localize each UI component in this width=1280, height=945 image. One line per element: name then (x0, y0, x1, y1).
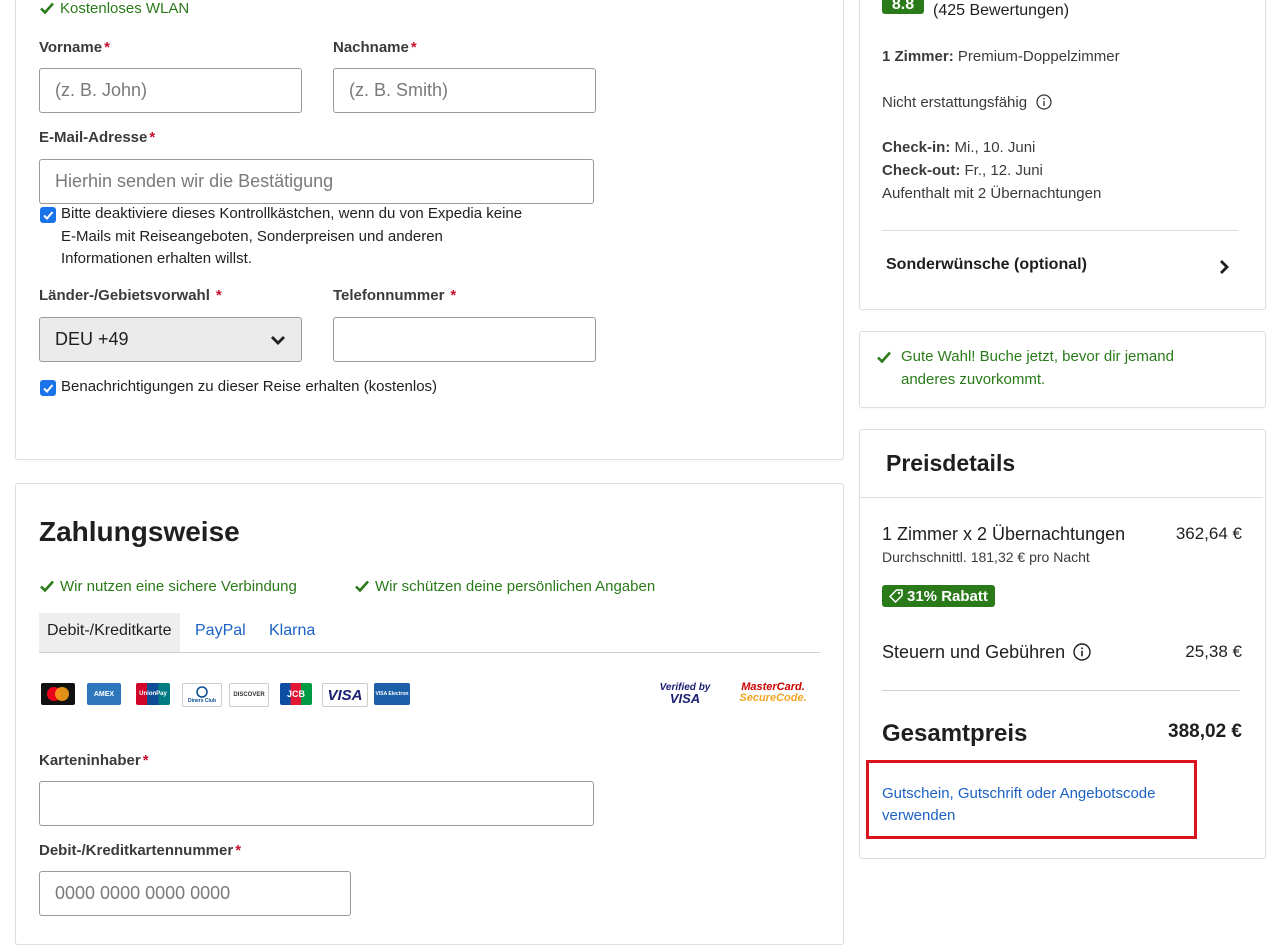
checkmark-icon (43, 384, 54, 393)
marketing-checkbox[interactable] (40, 207, 56, 223)
first-name-input[interactable] (39, 68, 302, 113)
diners-logo: Diners Club (182, 683, 222, 707)
checkmark-icon (43, 211, 54, 220)
phone-label: Telefonnummer * (333, 287, 457, 304)
refund-policy: Nicht erstattungsfähig (882, 94, 1052, 111)
checkin-line: Check-in: Mi., 10. Juni (882, 139, 1036, 156)
tabs-divider (39, 652, 820, 653)
amex-logo: AMEX (87, 683, 121, 705)
room-nights-value: 362,64 € (1175, 524, 1242, 543)
special-requests-label: Sonderwünsche (optional) (886, 256, 1087, 273)
mastercard-securecode-logo: MasterCard. SecureCode. (739, 681, 807, 704)
card-number-input[interactable] (39, 871, 351, 916)
first-name-label: Vorname * (39, 39, 110, 56)
country-code-label: Länder-/Gebietsvorwahl * (39, 287, 222, 304)
chevron-right-icon (1220, 260, 1229, 274)
tab-card[interactable]: Debit-/Kreditkarte (47, 622, 172, 640)
card-holder-label: Karteninhaber * (39, 752, 149, 769)
visa-logo: VISA (322, 683, 368, 707)
rating-badge: 8.8 (882, 0, 924, 14)
chevron-down-icon (271, 335, 285, 345)
mastercard-icon (47, 687, 69, 701)
country-code-value: DEU +49 (55, 329, 129, 349)
card-number-label: Debit-/Kreditkartennummer * (39, 842, 242, 859)
country-code-select[interactable]: DEU +49 (39, 317, 302, 362)
card-holder-input[interactable] (39, 781, 594, 826)
unionpay-logo: UnionPay (136, 683, 170, 705)
coupon-link[interactable]: Gutschein, Gutschrift oder Angebotscode … (882, 783, 1156, 827)
reviews-count[interactable]: (425 Bewertungen) (933, 2, 1069, 20)
total-label: Gesamtpreis (882, 720, 1028, 747)
email-input[interactable] (39, 159, 594, 204)
last-name-input[interactable] (333, 68, 596, 113)
rooms-line: 1 Zimmer: Premium-Doppelzimmer (882, 48, 1120, 65)
marketing-text-1: Bitte deaktiviere dieses Kontrollkästche… (61, 205, 523, 222)
diners-icon (196, 686, 208, 698)
verified-by-visa-logo: Verified by VISA (659, 682, 711, 706)
check-icon (355, 580, 369, 593)
price-header-divider (860, 497, 1263, 498)
visa-electron-logo: VISA Electron (374, 683, 410, 705)
taxes-value: 25,38 € (1185, 642, 1242, 661)
phone-input[interactable] (333, 317, 596, 362)
tab-klarna[interactable]: Klarna (269, 622, 315, 640)
good-choice-text-1: Gute Wahl! Buche jetzt, bevor dir jemand (901, 348, 1174, 365)
room-nights-label: 1 Zimmer x 2 Übernachtungen (882, 524, 1126, 544)
data-protection-note: Wir schützen deine persönlichen Angaben (355, 578, 655, 595)
good-choice-text-2: anderes zuvorkommt. (901, 371, 1046, 388)
info-icon[interactable] (1073, 643, 1091, 661)
discount-badge: 31% Rabatt (882, 585, 995, 607)
check-icon (40, 2, 54, 15)
info-icon[interactable] (1036, 94, 1052, 110)
marketing-text-3: Informationen erhalten willst. (61, 250, 252, 267)
checkout-line: Check-out: Fr., 12. Juni (882, 162, 1043, 179)
tab-paypal[interactable]: PayPal (195, 622, 246, 640)
payment-title: Zahlungsweise (39, 516, 240, 547)
special-requests-row[interactable]: Sonderwünsche (optional) (886, 256, 1236, 278)
total-divider (882, 690, 1240, 691)
notifications-text: Benachrichtigungen zu dieser Reise erhal… (61, 378, 438, 395)
jcb-logo: JCB (280, 683, 312, 705)
check-icon (877, 351, 891, 364)
wifi-text: Kostenloses WLAN (60, 0, 190, 17)
last-name-label: Nachname * (333, 39, 417, 56)
discover-logo: DISCOVER (229, 683, 269, 707)
avg-per-night: Durchschnittl. 181,32 € pro Nacht (882, 549, 1090, 565)
marketing-text-2: E-Mails mit Reiseangeboten, Sonderpreise… (61, 228, 443, 245)
taxes-label: Steuern und Gebühren (882, 642, 1091, 663)
tag-icon (889, 589, 903, 603)
email-label: E-Mail-Adresse * (39, 129, 156, 146)
notifications-checkbox[interactable] (40, 380, 56, 396)
summary-divider (882, 230, 1238, 231)
mastercard-logo (41, 683, 75, 705)
price-details-title: Preisdetails (886, 450, 1016, 476)
secure-connection-note: Wir nutzen eine sichere Verbindung (40, 578, 297, 595)
check-icon (40, 580, 54, 593)
total-value: 388,02 € (1168, 721, 1242, 742)
wifi-amenity: Kostenloses WLAN (40, 0, 189, 17)
stay-length: Aufenthalt mit 2 Übernachtungen (882, 185, 1102, 202)
good-choice-card (859, 331, 1266, 408)
